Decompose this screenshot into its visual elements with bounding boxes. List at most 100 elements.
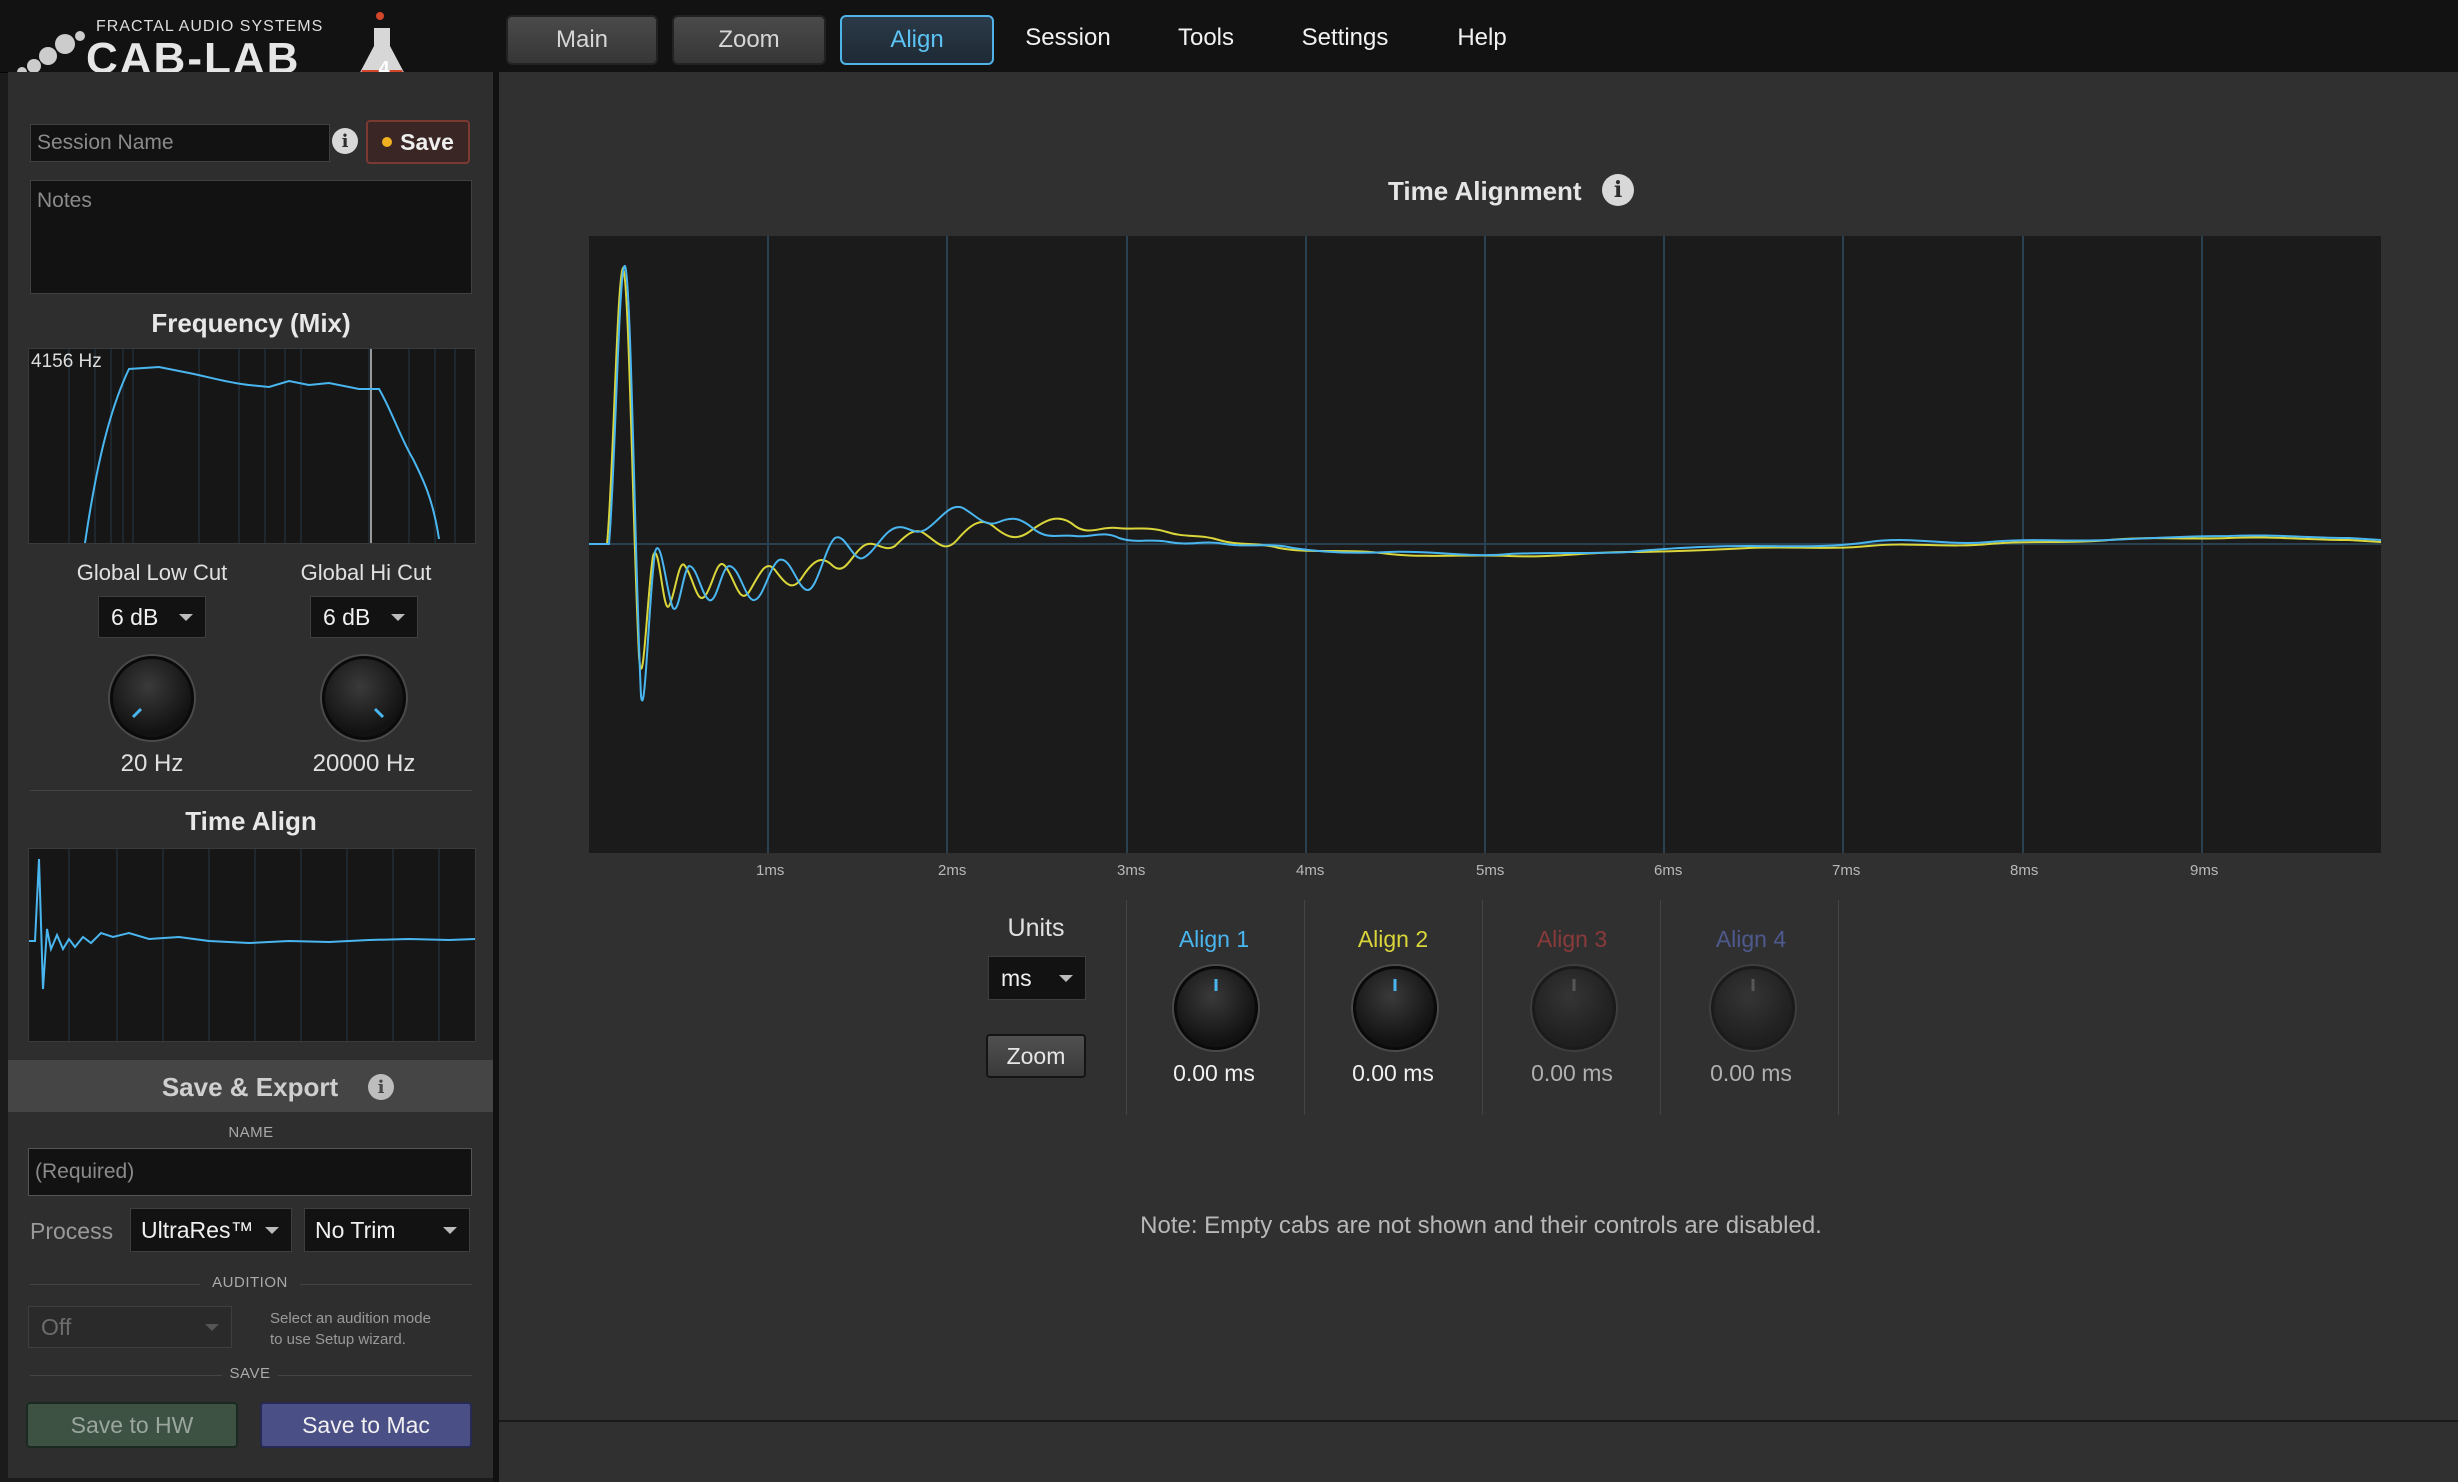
chevron-down-icon [205,1324,219,1331]
align-3-value: 0.00 ms [1531,1060,1613,1086]
time-alignment-plot [589,236,2382,853]
tab-zoom[interactable]: Zoom [672,15,826,65]
align-3-label: Align 3 [1536,926,1608,952]
column-separator [1126,900,1127,1115]
align-4-knob [1711,966,1795,1050]
tick-label: 5ms [1476,862,1505,879]
hi-cut-slope-value: 6 dB [323,603,371,630]
process-select[interactable]: UltraRes™ [130,1208,292,1252]
save-section-label: SAVE [229,1365,271,1382]
tick-label: 9ms [2190,862,2219,879]
unsaved-dot-icon [382,137,393,147]
column-separator [1304,900,1305,1115]
low-cut-label: Global Low Cut [76,560,228,585]
low-cut-slope-value: 6 dB [111,603,159,630]
align-4-label: Align 4 [1715,926,1787,952]
tab-align[interactable]: Align [840,15,994,65]
section-divider [300,1284,472,1285]
time-align-mini-plot [29,849,476,1041]
chevron-down-icon [443,1227,457,1234]
chevron-down-icon [391,614,405,621]
frequency-title: Frequency (Mix) [151,308,351,338]
chevron-down-icon [1059,975,1073,982]
zoom-button[interactable]: Zoom [986,1034,1086,1078]
time-alignment-graph[interactable] [589,236,2382,853]
units-select[interactable]: ms [988,956,1086,1000]
knob-indicator-icon [1572,979,1576,991]
session-name-input[interactable]: Session Name [30,124,330,162]
trim-select[interactable]: No Trim [304,1208,470,1252]
main-title: Time Alignment [1388,176,1582,206]
units-label: Units [1007,914,1065,942]
section-divider [30,1375,222,1376]
process-value: UltraRes™ [141,1216,254,1243]
audition-hint-line1: Select an audition mode [270,1310,431,1327]
tick-label: 2ms [938,862,967,879]
menu-tools[interactable]: Tools [1158,15,1254,61]
menu-help[interactable]: Help [1444,15,1520,61]
hi-cut-knob[interactable] [322,656,406,740]
audition-label: AUDITION [212,1274,288,1291]
section-divider [278,1375,472,1376]
section-divider [30,1284,200,1285]
save-to-mac-button[interactable]: Save to Mac [260,1402,472,1448]
align-2-label: Align 2 [1357,926,1429,952]
low-cut-slope-select[interactable]: 6 dB [98,596,206,638]
tick-label: 6ms [1654,862,1683,879]
column-separator [1482,900,1483,1115]
bottom-divider [499,1420,2458,1422]
time-align-mini-title: Time Align [185,806,317,836]
knob-indicator-icon [373,707,385,719]
align-1-knob[interactable] [1174,966,1258,1050]
session-info-icon[interactable]: i [332,128,358,154]
align-2-value: 0.00 ms [1352,1060,1434,1086]
export-name-label: NAME [228,1124,274,1141]
tick-label: 8ms [2010,862,2039,879]
section-divider [30,790,472,791]
hi-cut-value: 20000 Hz [312,750,416,777]
frequency-graph: 4156 Hz [28,348,476,544]
low-cut-value: 20 Hz [120,750,184,777]
audition-value: Off [41,1313,72,1340]
tab-main[interactable]: Main [506,15,658,65]
tick-label: 7ms [1832,862,1861,879]
chevron-down-icon [179,614,193,621]
align-1-label: Align 1 [1178,926,1250,952]
tick-label: 4ms [1296,862,1325,879]
empty-cabs-note: Note: Empty cabs are not shown and their… [1140,1212,1822,1239]
column-separator [1660,900,1661,1115]
low-cut-knob[interactable] [110,656,194,740]
hi-cut-slope-select[interactable]: 6 dB [310,596,418,638]
save-to-hw-button[interactable]: Save to HW [26,1402,238,1448]
trim-value: No Trim [315,1216,396,1243]
session-save-button[interactable]: Save [366,120,470,164]
time-align-mini-graph [28,848,476,1042]
menu-settings[interactable]: Settings [1290,15,1400,61]
tick-label: 3ms [1117,862,1146,879]
audition-select: Off [28,1306,232,1348]
hi-cut-label: Global Hi Cut [300,560,432,585]
units-value: ms [1001,964,1032,991]
session-save-label: Save [400,128,454,155]
knob-indicator-icon [1393,979,1397,991]
knob-indicator-icon [1214,979,1218,991]
audition-hint-line2: to use Setup wizard. [270,1331,406,1348]
knob-indicator-icon [1751,979,1755,991]
align-2-knob[interactable] [1353,966,1437,1050]
notes-textarea[interactable]: Notes [30,180,472,294]
export-info-icon[interactable]: i [368,1074,394,1100]
frequency-readout: 4156 Hz [31,351,102,372]
knob-indicator-icon [131,707,143,719]
export-name-input[interactable]: (Required) [28,1148,472,1196]
align-3-knob [1532,966,1616,1050]
align-1-value: 0.00 ms [1173,1060,1255,1086]
chevron-down-icon [265,1227,279,1234]
menu-session[interactable]: Session [1010,15,1126,61]
column-separator [1838,900,1839,1115]
align-4-value: 0.00 ms [1710,1060,1792,1086]
tick-label: 1ms [756,862,785,879]
export-title: Save & Export [161,1072,339,1102]
frequency-plot [68,349,456,544]
process-label: Process [30,1218,114,1244]
main-info-icon[interactable]: i [1602,174,1634,206]
